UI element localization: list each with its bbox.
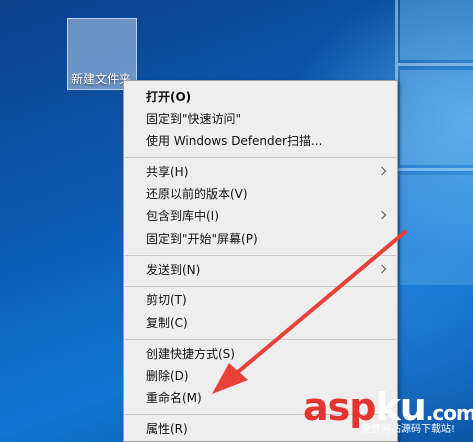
annotation-arrow-icon: [212, 230, 407, 394]
watermark-logo: aspku.com 免费网站源码下载站!: [303, 385, 473, 442]
watermark-tagline: 免费网站源码下载站!: [361, 424, 456, 435]
